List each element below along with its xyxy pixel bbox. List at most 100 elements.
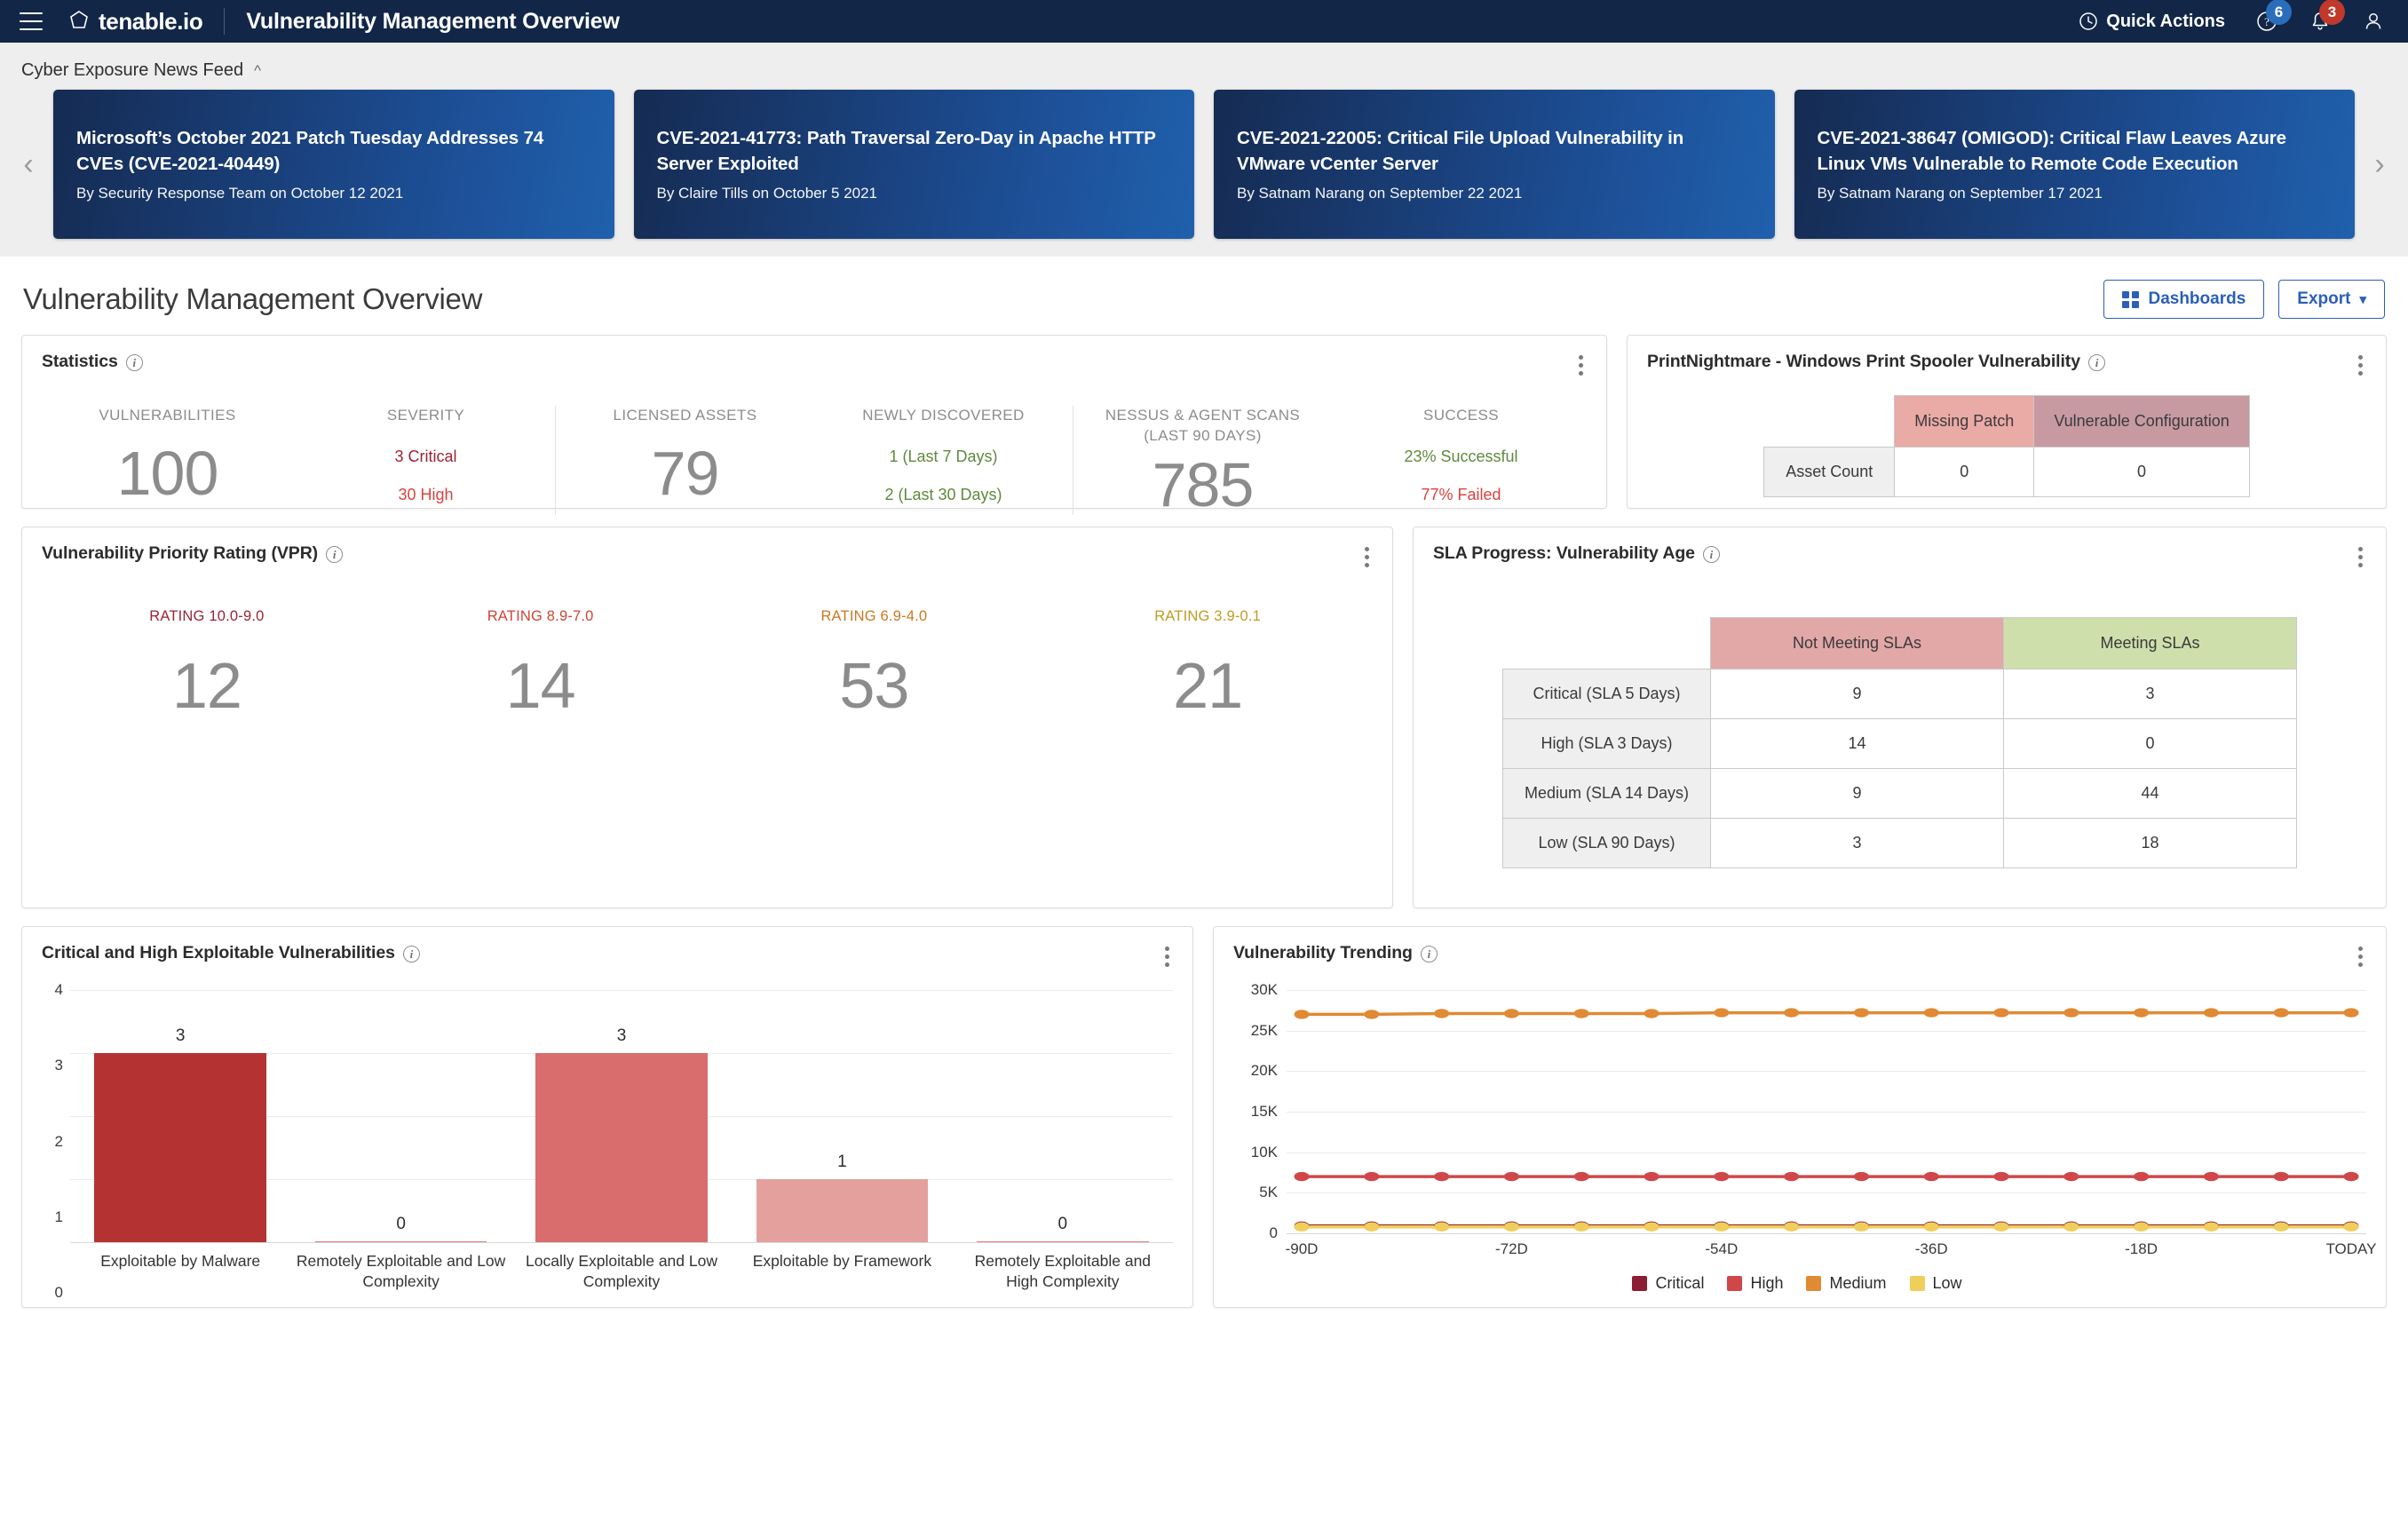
- line-data-point[interactable]: [2273, 1008, 2289, 1018]
- line-data-point[interactable]: [1714, 1171, 1730, 1182]
- line-data-point[interactable]: [1503, 1222, 1519, 1232]
- line-data-point[interactable]: [2343, 1008, 2359, 1018]
- hamburger-menu-icon[interactable]: [20, 12, 43, 30]
- line-data-point[interactable]: [1993, 1008, 2009, 1018]
- bar-column[interactable]: 0: [953, 990, 1173, 1242]
- line-data-point[interactable]: [2203, 1008, 2219, 1018]
- line-data-point[interactable]: [1714, 1222, 1730, 1232]
- statistics-widget-menu[interactable]: [1573, 352, 1588, 379]
- line-data-point[interactable]: [1573, 1171, 1589, 1182]
- line-data-point[interactable]: [2273, 1222, 2289, 1232]
- line-data-point[interactable]: [1644, 1222, 1659, 1232]
- legend-item-high[interactable]: High: [1727, 1274, 1783, 1293]
- line-data-point[interactable]: [1644, 1009, 1659, 1018]
- stat-success-successful[interactable]: 23% Successful: [1404, 448, 1517, 466]
- vpr-bucket-89-70[interactable]: RATING 8.9-7.0 14: [374, 608, 708, 872]
- bar-column[interactable]: 3: [70, 990, 290, 1242]
- stat-newly-last30[interactable]: 2 (Last 30 Days): [884, 486, 1002, 504]
- vpr-bucket-10-9[interactable]: RATING 10.0-9.0 12: [40, 608, 374, 872]
- line-data-point[interactable]: [2063, 1008, 2079, 1018]
- column-header-vulnerable-config[interactable]: Vulnerable Configuration: [2033, 395, 2250, 448]
- line-data-point[interactable]: [1714, 1008, 1730, 1018]
- trending-widget-menu[interactable]: [2353, 943, 2368, 970]
- chevron-up-icon[interactable]: ^: [254, 63, 261, 78]
- line-data-point[interactable]: [1853, 1008, 1869, 1018]
- stat-severity-high[interactable]: 30 High: [398, 486, 453, 504]
- line-data-point[interactable]: [1923, 1171, 1939, 1182]
- line-data-point[interactable]: [2203, 1222, 2219, 1232]
- stat-newly-last7[interactable]: 1 (Last 7 Days): [889, 448, 997, 466]
- export-button[interactable]: Export ▾: [2278, 280, 2385, 319]
- news-card[interactable]: CVE-2021-38647 (OMIGOD): Critical Flaw L…: [1794, 90, 2355, 239]
- cell-critical-not-meeting[interactable]: 9: [1710, 669, 2005, 719]
- stat-severity-critical[interactable]: 3 Critical: [394, 448, 456, 466]
- printnightmare-widget-menu[interactable]: [2353, 352, 2368, 379]
- line-data-point[interactable]: [2343, 1171, 2359, 1182]
- line-data-point[interactable]: [1993, 1222, 2009, 1232]
- line-data-point[interactable]: [1294, 1010, 1310, 1019]
- line-data-point[interactable]: [1434, 1171, 1450, 1182]
- line-data-point[interactable]: [2343, 1222, 2359, 1232]
- news-feed-toggle[interactable]: Cyber Exposure News Feed ^: [0, 53, 2408, 90]
- info-icon[interactable]: i: [2087, 354, 2105, 372]
- info-icon[interactable]: i: [125, 354, 143, 372]
- column-header-missing-patch[interactable]: Missing Patch: [1894, 395, 2035, 448]
- line-data-point[interactable]: [2134, 1008, 2150, 1018]
- bar-rect[interactable]: 0: [976, 1215, 1149, 1242]
- line-data-point[interactable]: [1364, 1222, 1380, 1232]
- cell-medium-not-meeting[interactable]: 9: [1710, 768, 2005, 819]
- cell-medium-meeting[interactable]: 44: [2003, 768, 2298, 819]
- bar-column[interactable]: 0: [290, 990, 511, 1242]
- cell-high-meeting[interactable]: 0: [2003, 718, 2298, 769]
- vpr-bucket-69-40[interactable]: RATING 6.9-4.0 53: [708, 608, 1042, 872]
- bar-column[interactable]: 3: [511, 990, 732, 1242]
- user-account-button[interactable]: [2362, 10, 2385, 33]
- line-data-point[interactable]: [2134, 1171, 2150, 1182]
- sla-widget-menu[interactable]: [2353, 543, 2368, 571]
- info-icon[interactable]: i: [1420, 946, 1438, 963]
- notifications-button[interactable]: 3: [2309, 0, 2345, 33]
- line-data-point[interactable]: [2273, 1171, 2289, 1182]
- stat-success-failed[interactable]: 77% Failed: [1421, 486, 1501, 504]
- info-icon[interactable]: i: [326, 546, 344, 564]
- line-data-point[interactable]: [1434, 1009, 1450, 1018]
- column-header-not-meeting-slas[interactable]: Not Meeting SLAs: [1710, 617, 2005, 669]
- legend-item-critical[interactable]: Critical: [1632, 1274, 1704, 1293]
- line-data-point[interactable]: [1923, 1222, 1939, 1232]
- cell-low-not-meeting[interactable]: 3: [1710, 818, 2005, 868]
- line-data-point[interactable]: [1784, 1171, 1800, 1182]
- line-data-point[interactable]: [1923, 1008, 1939, 1018]
- bar-rect[interactable]: 3: [535, 1026, 708, 1242]
- line-data-point[interactable]: [1573, 1222, 1589, 1232]
- line-data-point[interactable]: [1853, 1171, 1869, 1182]
- line-data-point[interactable]: [2063, 1171, 2079, 1182]
- info-icon[interactable]: i: [402, 946, 420, 963]
- line-data-point[interactable]: [1993, 1171, 2009, 1182]
- bar-rect[interactable]: 0: [314, 1215, 487, 1242]
- vpr-bucket-39-01[interactable]: RATING 3.9-0.1 21: [1041, 608, 1374, 872]
- column-header-meeting-slas[interactable]: Meeting SLAs: [2003, 617, 2298, 669]
- line-data-point[interactable]: [1784, 1008, 1800, 1018]
- line-data-point[interactable]: [2203, 1171, 2219, 1182]
- line-data-point[interactable]: [2063, 1222, 2079, 1232]
- bar-column[interactable]: 1: [732, 990, 952, 1242]
- cell-asset-count-missing-patch[interactable]: 0: [1894, 447, 2035, 497]
- line-data-point[interactable]: [1784, 1222, 1800, 1232]
- line-data-point[interactable]: [1853, 1222, 1869, 1232]
- line-data-point[interactable]: [1573, 1009, 1589, 1018]
- legend-item-medium[interactable]: Medium: [1806, 1274, 1887, 1293]
- news-next-arrow[interactable]: ›: [2355, 90, 2404, 239]
- line-data-point[interactable]: [1294, 1171, 1310, 1182]
- info-icon[interactable]: i: [1702, 546, 1720, 564]
- line-data-point[interactable]: [1503, 1009, 1519, 1018]
- news-card[interactable]: CVE-2021-22005: Critical File Upload Vul…: [1214, 90, 1775, 239]
- exploitable-widget-menu[interactable]: [1160, 943, 1175, 970]
- cell-low-meeting[interactable]: 18: [2003, 818, 2298, 868]
- help-button[interactable]: ? 6: [2255, 0, 2292, 33]
- line-data-point[interactable]: [1294, 1222, 1310, 1232]
- legend-item-low[interactable]: Low: [1909, 1274, 1962, 1293]
- cell-high-not-meeting[interactable]: 14: [1710, 718, 2005, 769]
- line-data-point[interactable]: [1644, 1171, 1659, 1182]
- line-data-point[interactable]: [1364, 1010, 1380, 1019]
- vpr-widget-menu[interactable]: [1359, 543, 1374, 571]
